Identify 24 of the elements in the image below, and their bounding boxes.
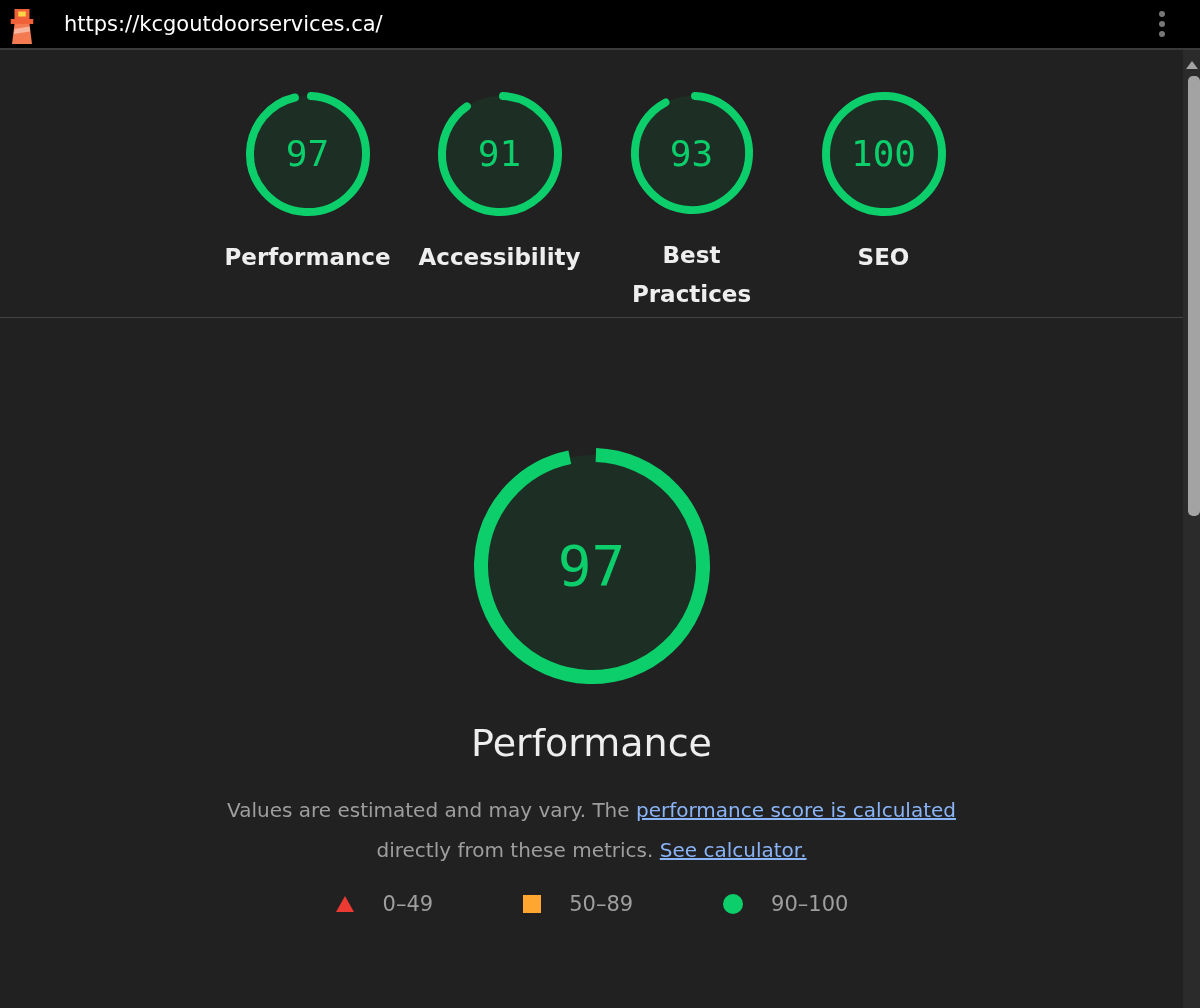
- square-icon: [523, 895, 542, 913]
- section-title: Performance: [471, 720, 712, 767]
- more-menu-icon[interactable]: [1158, 10, 1166, 38]
- circle-icon: [723, 894, 744, 914]
- score-value: 97: [556, 534, 627, 598]
- scroll-up-icon[interactable]: [1184, 60, 1199, 70]
- score-value: 100: [850, 132, 917, 176]
- category-gauge[interactable]: 100 SEO: [787, 90, 980, 314]
- triangle-icon: [334, 895, 355, 913]
- score-value: 91: [476, 132, 523, 176]
- category-gauge[interactable]: 93 Best Practices: [595, 90, 788, 314]
- category-gauge[interactable]: 91 Accessibility: [403, 90, 596, 314]
- legend-range: 50–89: [569, 892, 634, 916]
- score-link[interactable]: performance score is calculated: [635, 798, 956, 822]
- scrollbar-thumb[interactable]: [1187, 76, 1200, 516]
- score-value: 97: [284, 132, 331, 176]
- score-value: 93: [668, 132, 715, 176]
- description-text: Values are estimated and may vary. The performance score is calculated directly from these metrics. See calculator.: [227, 797, 956, 864]
- calculator-link[interactable]: See calculator.: [659, 838, 807, 862]
- page-url: https://kcgoutdoorservices.ca/: [64, 12, 384, 36]
- scrollbar[interactable]: [1183, 50, 1200, 1008]
- legend-range: 0–49: [382, 892, 434, 916]
- legend-range: 90–100: [771, 892, 849, 916]
- category-gauge[interactable]: 97 Performance: [211, 90, 404, 314]
